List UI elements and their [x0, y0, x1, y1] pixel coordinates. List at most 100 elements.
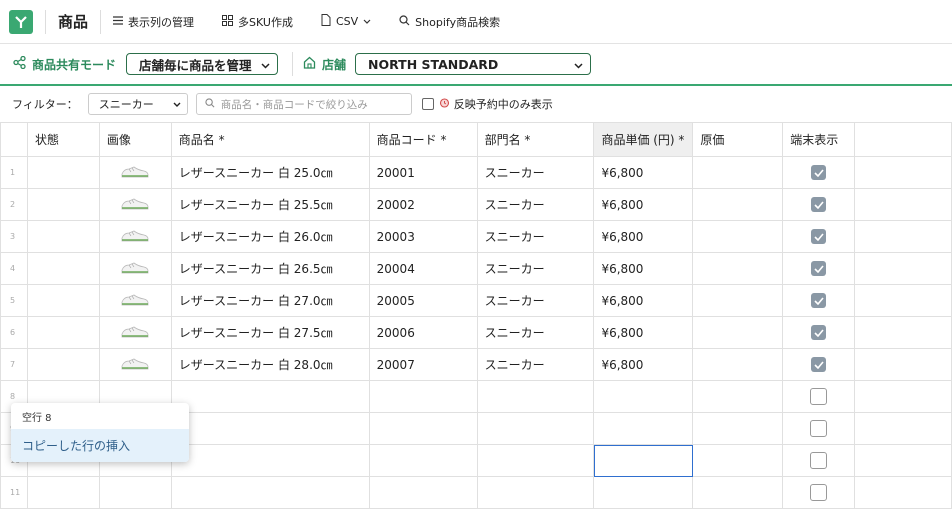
status-cell[interactable] [26, 348, 100, 381]
name-cell[interactable]: レザースニーカー 白 27.0㎝ [170, 284, 370, 317]
department-cell[interactable] [476, 380, 595, 413]
image-cell[interactable] [98, 476, 172, 509]
csv-menu-button[interactable]: CSV [321, 14, 371, 29]
terminal-display-checkbox[interactable] [811, 325, 827, 340]
status-cell[interactable] [26, 476, 100, 509]
code-cell[interactable]: 20004 [368, 252, 478, 285]
column-header-name[interactable]: 商品名 * [170, 122, 370, 157]
code-cell[interactable]: 20005 [368, 284, 478, 317]
terminal-display-checkbox[interactable] [810, 420, 828, 437]
code-cell[interactable] [368, 380, 478, 413]
column-header-terminal-display[interactable]: 端末表示 [782, 122, 856, 157]
terminal-display-cell[interactable] [782, 348, 856, 381]
department-cell[interactable]: スニーカー [476, 156, 595, 189]
image-cell[interactable] [98, 348, 172, 381]
price-cell[interactable]: ¥6,800 [593, 252, 694, 285]
status-cell[interactable] [26, 284, 100, 317]
department-cell[interactable] [476, 476, 595, 509]
status-cell[interactable] [26, 252, 100, 285]
name-cell[interactable]: レザースニーカー 白 26.0㎝ [170, 220, 370, 253]
image-cell[interactable] [98, 316, 172, 349]
code-cell[interactable]: 20001 [368, 156, 478, 189]
cost-cell[interactable] [692, 156, 784, 189]
terminal-display-checkbox[interactable] [811, 357, 827, 372]
department-cell[interactable] [476, 412, 595, 445]
image-cell[interactable] [98, 284, 172, 317]
name-cell[interactable]: レザースニーカー 白 25.0㎝ [170, 156, 370, 189]
terminal-display-cell[interactable] [782, 444, 856, 477]
department-cell[interactable]: スニーカー [476, 220, 595, 253]
multi-sku-button[interactable]: 多SKU作成 [222, 14, 293, 30]
department-cell[interactable]: スニーカー [476, 284, 595, 317]
code-cell[interactable] [368, 476, 478, 509]
name-cell[interactable]: レザースニーカー 白 26.5㎝ [170, 252, 370, 285]
cost-cell[interactable] [692, 316, 784, 349]
price-cell[interactable]: ¥6,800 [593, 188, 694, 221]
terminal-display-cell[interactable] [782, 476, 856, 509]
terminal-display-checkbox[interactable] [811, 229, 827, 244]
cost-cell[interactable] [692, 284, 784, 317]
terminal-display-checkbox[interactable] [811, 197, 827, 212]
department-cell[interactable]: スニーカー [476, 316, 595, 349]
department-cell[interactable]: スニーカー [476, 188, 595, 221]
terminal-display-cell[interactable] [782, 316, 856, 349]
status-cell[interactable] [26, 156, 100, 189]
price-cell[interactable] [593, 380, 694, 413]
terminal-display-checkbox[interactable] [811, 293, 827, 308]
column-header-status[interactable]: 状態 [26, 122, 100, 157]
column-header-department[interactable]: 部門名 * [476, 122, 595, 157]
image-cell[interactable] [98, 220, 172, 253]
terminal-display-checkbox[interactable] [810, 484, 828, 501]
manage-columns-button[interactable]: 表示列の管理 [113, 14, 194, 30]
code-cell[interactable] [368, 412, 478, 445]
terminal-display-checkbox[interactable] [810, 452, 828, 469]
cost-cell[interactable] [692, 412, 784, 445]
price-cell[interactable] [593, 444, 694, 477]
store-select[interactable]: NORTH STANDARD [355, 53, 592, 75]
status-cell[interactable] [26, 220, 100, 253]
cost-cell[interactable] [692, 188, 784, 221]
terminal-display-cell[interactable] [782, 156, 856, 189]
category-filter-select[interactable]: スニーカー [87, 93, 188, 115]
price-cell[interactable]: ¥6,800 [593, 220, 694, 253]
image-cell[interactable] [98, 156, 172, 189]
cost-cell[interactable] [692, 220, 784, 253]
terminal-display-cell[interactable] [782, 380, 856, 413]
price-cell[interactable] [593, 412, 694, 445]
terminal-display-cell[interactable] [782, 220, 856, 253]
cost-cell[interactable] [692, 476, 784, 509]
code-cell[interactable]: 20006 [368, 316, 478, 349]
insert-copied-row-menu-item[interactable]: コピーした行の挿入 [11, 429, 189, 462]
terminal-display-cell[interactable] [782, 252, 856, 285]
terminal-display-checkbox[interactable] [810, 388, 828, 405]
image-cell[interactable] [98, 252, 172, 285]
cost-cell[interactable] [692, 444, 784, 477]
price-cell[interactable]: ¥6,800 [593, 284, 694, 317]
search-input[interactable]: 商品名・商品コードで絞り込み [195, 93, 412, 115]
name-cell[interactable]: レザースニーカー 白 25.5㎝ [170, 188, 370, 221]
department-cell[interactable]: スニーカー [476, 348, 595, 381]
terminal-display-checkbox[interactable] [811, 261, 827, 276]
name-cell[interactable] [170, 476, 370, 509]
name-cell[interactable] [170, 412, 370, 445]
column-header-code[interactable]: 商品コード * [368, 122, 478, 157]
cost-cell[interactable] [692, 252, 784, 285]
code-cell[interactable]: 20002 [368, 188, 478, 221]
column-header-image[interactable]: 画像 [98, 122, 172, 157]
terminal-display-cell[interactable] [782, 412, 856, 445]
image-cell[interactable] [98, 188, 172, 221]
name-cell[interactable]: レザースニーカー 白 27.5㎝ [170, 316, 370, 349]
shopify-search-button[interactable]: Shopify商品検索 [399, 14, 500, 30]
code-cell[interactable] [368, 444, 478, 477]
code-cell[interactable]: 20007 [368, 348, 478, 381]
name-cell[interactable] [170, 444, 370, 477]
department-cell[interactable] [476, 444, 595, 477]
code-cell[interactable]: 20003 [368, 220, 478, 253]
price-cell[interactable]: ¥6,800 [593, 348, 694, 381]
column-header-price[interactable]: 商品単価 (円) * [593, 122, 694, 157]
reserve-only-checkbox[interactable] [421, 98, 434, 110]
department-cell[interactable]: スニーカー [476, 252, 595, 285]
name-cell[interactable]: レザースニーカー 白 28.0㎝ [170, 348, 370, 381]
app-logo[interactable] [9, 9, 33, 34]
price-cell[interactable] [593, 476, 694, 509]
